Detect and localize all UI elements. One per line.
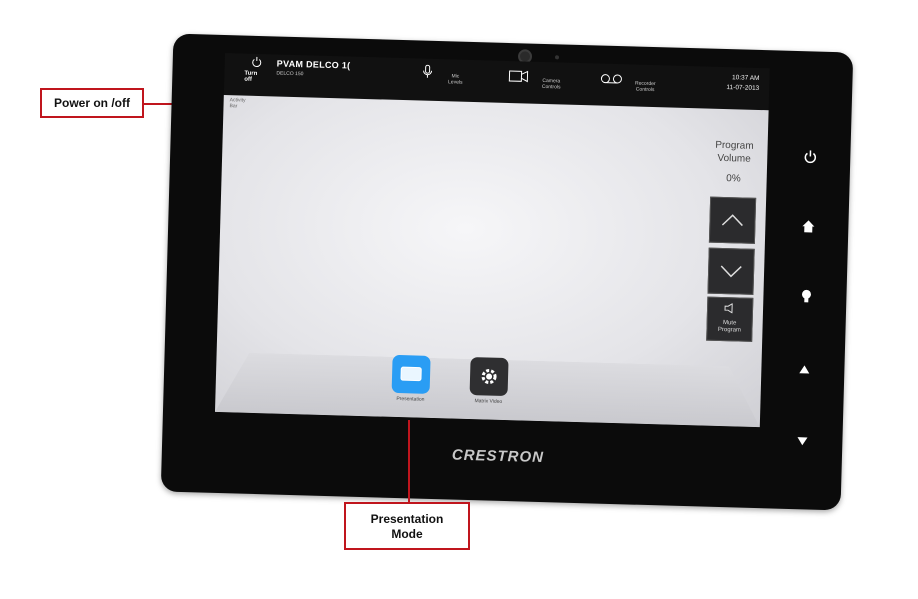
power-button[interactable]: Turn off (234, 53, 265, 96)
room-subtitle: DELCO 150 (276, 70, 304, 78)
program-volume-level: 0% (726, 173, 741, 185)
touch-screen: Activity Bar Program Volume 0% Mute Program… (214, 95, 769, 428)
speaker-icon (724, 302, 733, 314)
recorder-label: Recorder Controls (634, 80, 656, 94)
matrix-video-source-button[interactable] (469, 357, 509, 397)
crestron-logo: CRESTRON (451, 446, 545, 467)
program-volume-label: Program Volume (715, 139, 754, 165)
mic-label: Mic Levels (447, 73, 463, 86)
hardware-up-button[interactable] (794, 361, 814, 378)
power-icon (804, 150, 816, 164)
triangle-down-icon (797, 437, 808, 446)
crestron-touch-panel: Turn off PVAM DELCO 1( DELCO 150 Mic Leve… (160, 33, 854, 511)
presentation-source-button[interactable] (391, 354, 431, 394)
chevron-down-icon (720, 265, 742, 278)
presentation-callout-line (408, 420, 410, 502)
presentation-callout: Presentation Mode (344, 502, 470, 550)
recorder-controls-button[interactable]: Recorder Controls (598, 65, 665, 105)
power-callout-text: Power on /off (54, 96, 130, 110)
monitor-icon (400, 366, 422, 382)
clock: 10:37 AM 11-07-2013 (726, 73, 759, 94)
home-icon (802, 220, 815, 233)
power-callout: Power on /off (40, 88, 144, 118)
room-title: PVAM DELCO 1( (276, 58, 351, 71)
camera-label: Camera Controls (541, 77, 561, 91)
power-icon (252, 56, 262, 68)
gear-icon (481, 369, 497, 385)
volume-down-button[interactable] (707, 247, 755, 295)
volume-up-button[interactable] (708, 196, 757, 244)
recorder-icon (600, 74, 622, 84)
light-bulb-icon (801, 289, 811, 303)
microphone-icon (423, 64, 433, 78)
hardware-down-button[interactable] (792, 433, 812, 450)
video-camera-icon (508, 70, 529, 83)
activity-bar-label: Activity Bar (229, 97, 246, 110)
hardware-home-button[interactable] (798, 219, 818, 237)
presentation-callout-line2: Mode (391, 527, 423, 541)
mute-label: Mute Program (717, 320, 742, 334)
mute-program-button[interactable]: Mute Program (706, 296, 754, 342)
light-sensor (554, 55, 560, 60)
hardware-light-button[interactable] (796, 289, 816, 307)
date: 11-07-2013 (726, 84, 760, 92)
chevron-up-icon (721, 214, 743, 227)
presentation-callout-line1: Presentation (370, 512, 444, 526)
mic-levels-button[interactable]: Mic Levels (414, 60, 475, 100)
power-label: Turn off (244, 70, 258, 83)
hardware-power-button[interactable] (800, 149, 820, 167)
camera-controls-button[interactable]: Camera Controls (506, 63, 569, 103)
triangle-up-icon (799, 365, 810, 374)
